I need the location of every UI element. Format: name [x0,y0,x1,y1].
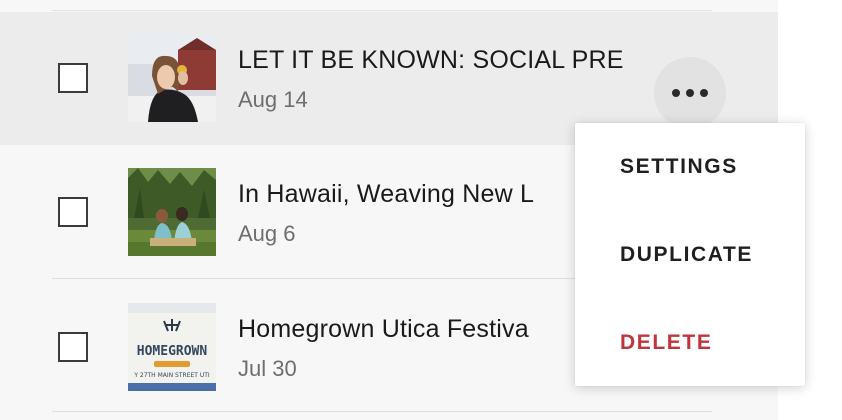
row-divider [52,411,712,412]
sign-main-text: HOMEGROWN [137,344,208,359]
row-checkbox[interactable] [58,63,88,93]
actions-dropdown-menu: SETTINGS DUPLICATE DELETE [575,123,805,386]
menu-item-delete[interactable]: DELETE [575,313,805,373]
more-horizontal-icon-dot [700,89,708,97]
thumbnail-image-portrait [128,34,216,122]
post-title[interactable]: Homegrown Utica Festiva [238,315,574,344]
top-divider [52,10,712,11]
row-checkbox[interactable] [58,332,88,362]
menu-item-duplicate[interactable]: DUPLICATE [575,225,805,285]
post-title[interactable]: In Hawaii, Weaving New L [238,180,568,209]
row-checkbox[interactable] [58,197,88,227]
post-thumbnail[interactable]: HOMEGROWN Y 27TH MAIN STREET UTI [128,303,216,391]
post-thumbnail[interactable] [128,168,216,256]
thumbnail-image-hawaii [128,168,216,256]
menu-item-settings[interactable]: SETTINGS [575,137,805,197]
more-actions-button[interactable] [654,57,726,129]
more-horizontal-icon [672,89,680,97]
sign-sub-text: Y 27TH MAIN STREET UTI [133,372,210,379]
post-date: Jul 30 [238,356,297,381]
more-horizontal-icon-dot [686,89,694,97]
post-date: Aug 6 [238,221,296,246]
post-thumbnail[interactable] [128,34,216,122]
thumbnail-image-festival-sign: HOMEGROWN Y 27TH MAIN STREET UTI [128,303,216,391]
post-title[interactable]: LET IT BE KNOWN: SOCIAL PRE [238,46,648,75]
post-date: Aug 14 [238,87,308,112]
